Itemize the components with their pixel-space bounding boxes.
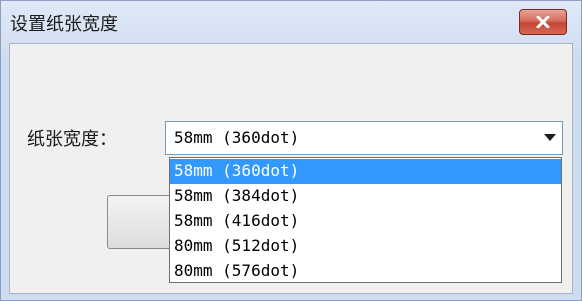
dropdown-option[interactable]: 80mm (512dot)	[170, 234, 561, 259]
paper-width-select[interactable]: 58mm (360dot)	[165, 121, 563, 155]
dropdown-option[interactable]: 58mm (360dot)	[170, 159, 561, 184]
dropdown-list: 58mm (360dot) 58mm (384dot) 58mm (416dot…	[169, 157, 562, 283]
close-icon	[536, 16, 550, 28]
dropdown-option[interactable]: 58mm (384dot)	[170, 184, 561, 209]
title-bar[interactable]: 设置纸张宽度	[1, 1, 581, 43]
selected-value: 58mm (360dot)	[174, 128, 300, 147]
paper-width-label: 纸张宽度：	[27, 129, 117, 150]
ok-button[interactable]	[107, 195, 177, 249]
close-button[interactable]	[519, 9, 567, 35]
window-title: 设置纸张宽度	[10, 14, 118, 35]
dropdown-option[interactable]: 58mm (416dot)	[170, 209, 561, 234]
dialog-window: 设置纸张宽度 纸张宽度： 58mm (360dot) 58mm (360dot)…	[0, 0, 582, 301]
chevron-down-icon[interactable]	[544, 134, 556, 141]
dropdown-option[interactable]: 80mm (576dot)	[170, 259, 561, 284]
